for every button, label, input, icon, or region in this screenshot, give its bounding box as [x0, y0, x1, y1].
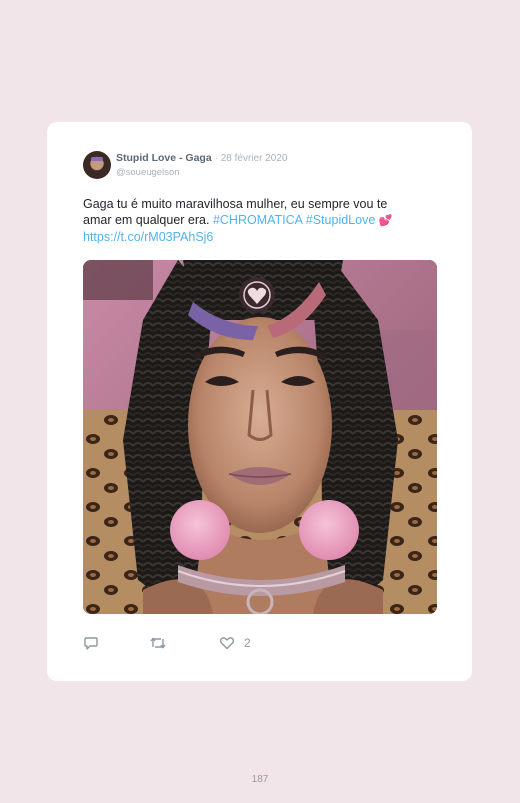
reply-button[interactable]: [83, 635, 99, 651]
tweet-text: Gaga tu é muito maravilhosa mulher, eu s…: [83, 196, 418, 245]
tweet-link[interactable]: https://t.co/rM03PAhSj6: [83, 230, 213, 244]
reply-icon: [84, 637, 98, 650]
like-button[interactable]: 2: [219, 635, 251, 651]
page-number: 187: [251, 774, 269, 785]
tweet-header: Stupid Love - Gaga · 28 février 2020: [116, 152, 287, 164]
tweet-photo[interactable]: [83, 260, 437, 614]
user-handle[interactable]: @soueugelson: [116, 167, 180, 178]
two-hearts-emoji: 💕: [378, 215, 393, 227]
avatar[interactable]: [83, 151, 111, 179]
retweet-button[interactable]: [149, 635, 167, 651]
hashtags[interactable]: #CHROMATICA #StupidLove: [213, 213, 375, 227]
display-name[interactable]: Stupid Love - Gaga: [116, 152, 212, 164]
tweet-date[interactable]: · 28 février 2020: [215, 153, 288, 164]
retweet-icon: [150, 637, 166, 649]
tweet-actions: 2: [83, 635, 383, 653]
heart-icon: [219, 637, 235, 650]
tweet-card: Stupid Love - Gaga · 28 février 2020 @so…: [47, 122, 472, 681]
like-count: 2: [244, 636, 251, 650]
